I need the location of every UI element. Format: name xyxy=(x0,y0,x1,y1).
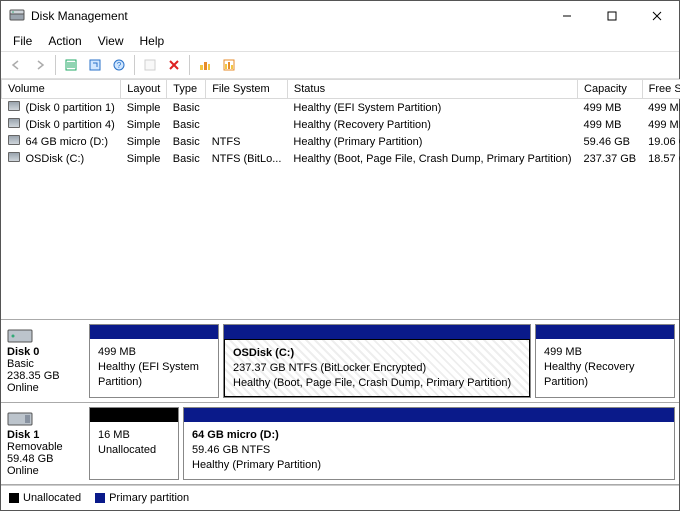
table-row[interactable]: (Disk 0 partition 4) Simple Basic Health… xyxy=(2,116,680,133)
cell-layout: Simple xyxy=(121,116,167,133)
app-icon xyxy=(9,8,25,24)
volume-icon xyxy=(8,152,20,162)
col-capacity[interactable]: Capacity xyxy=(578,80,643,99)
cell-volume: 64 GB micro (D:) xyxy=(20,133,121,150)
removable-icon xyxy=(7,409,33,427)
volume-icon xyxy=(8,101,20,111)
legend: Unallocated Primary partition xyxy=(1,485,679,510)
cell-free: 18.57 GB xyxy=(642,150,680,167)
forward-button[interactable] xyxy=(29,54,51,76)
col-free[interactable]: Free Space xyxy=(642,80,680,99)
cell-capacity: 59.46 GB xyxy=(578,133,643,150)
svg-text:?: ? xyxy=(117,61,122,70)
toolbar-help-icon[interactable]: ? xyxy=(108,54,130,76)
disk-map: Disk 0 Basic 238.35 GB Online 499 MBHeal… xyxy=(1,319,679,485)
cell-capacity: 237.37 GB xyxy=(578,150,643,167)
disk0-partition-1[interactable]: 499 MBHealthy (EFI System Partition) xyxy=(89,324,219,399)
cell-fs: NTFS (BitLo... xyxy=(206,150,288,167)
menu-action[interactable]: Action xyxy=(40,32,89,50)
cell-fs: NTFS xyxy=(206,133,288,150)
legend-unallocated: Unallocated xyxy=(9,492,81,504)
cell-type: Basic xyxy=(167,116,206,133)
table-row[interactable]: (Disk 0 partition 1) Simple Basic Health… xyxy=(2,99,680,117)
minimize-button[interactable] xyxy=(544,1,589,31)
legend-primary: Primary partition xyxy=(95,492,189,504)
cell-free: 499 MB xyxy=(642,99,680,117)
col-fs[interactable]: File System xyxy=(206,80,288,99)
cell-free: 19.06 GB xyxy=(642,133,680,150)
maximize-button[interactable] xyxy=(589,1,634,31)
cell-volume: (Disk 0 partition 4) xyxy=(20,116,121,133)
delete-button[interactable] xyxy=(163,54,185,76)
col-layout[interactable]: Layout xyxy=(121,80,167,99)
disk1-unallocated[interactable]: 16 MBUnallocated xyxy=(89,407,179,480)
table-row[interactable]: 64 GB micro (D:) Simple Basic NTFS Healt… xyxy=(2,133,680,150)
cell-fs xyxy=(206,116,288,133)
volume-table[interactable]: Volume Layout Type File System Status Ca… xyxy=(1,79,679,167)
cell-capacity: 499 MB xyxy=(578,116,643,133)
titlebar: Disk Management xyxy=(1,1,679,31)
cell-fs xyxy=(206,99,288,117)
disk-row-0[interactable]: Disk 0 Basic 238.35 GB Online 499 MBHeal… xyxy=(1,320,679,404)
refresh-button[interactable] xyxy=(84,54,106,76)
cell-status: Healthy (Recovery Partition) xyxy=(287,116,577,133)
cell-volume: OSDisk (C:) xyxy=(20,150,121,167)
volume-icon xyxy=(8,135,20,145)
cell-status: Healthy (EFI System Partition) xyxy=(287,99,577,117)
cell-status: Healthy (Boot, Page File, Crash Dump, Pr… xyxy=(287,150,577,167)
cell-status: Healthy (Primary Partition) xyxy=(287,133,577,150)
toolbar-list-icon[interactable] xyxy=(60,54,82,76)
cell-free: 499 MB xyxy=(642,116,680,133)
disk-1-label: Disk 1 Removable 59.48 GB Online xyxy=(1,403,89,484)
disk1-partition-d[interactable]: 64 GB micro (D:)59.46 GB NTFSHealthy (Pr… xyxy=(183,407,675,480)
toolbar-chart2-icon[interactable] xyxy=(218,54,240,76)
col-status[interactable]: Status xyxy=(287,80,577,99)
menu-view[interactable]: View xyxy=(90,32,132,50)
table-row[interactable]: OSDisk (C:) Simple Basic NTFS (BitLo... … xyxy=(2,150,680,167)
disk-row-1[interactable]: Disk 1 Removable 59.48 GB Online 16 MBUn… xyxy=(1,403,679,485)
cell-type: Basic xyxy=(167,99,206,117)
menu-file[interactable]: File xyxy=(5,32,40,50)
window-title: Disk Management xyxy=(31,9,544,23)
disk0-partition-4[interactable]: 499 MBHealthy (Recovery Partition) xyxy=(535,324,675,399)
col-type[interactable]: Type xyxy=(167,80,206,99)
toolbar-chart1-icon[interactable] xyxy=(194,54,216,76)
cell-volume: (Disk 0 partition 1) xyxy=(20,99,121,117)
close-button[interactable] xyxy=(634,1,679,31)
cell-type: Basic xyxy=(167,133,206,150)
hdd-icon xyxy=(7,326,33,344)
disk-0-label: Disk 0 Basic 238.35 GB Online xyxy=(1,320,89,403)
back-button[interactable] xyxy=(5,54,27,76)
cell-layout: Simple xyxy=(121,150,167,167)
volume-icon xyxy=(8,118,20,128)
disk0-partition-osdisk[interactable]: OSDisk (C:)237.37 GB NTFS (BitLocker Enc… xyxy=(223,324,531,399)
col-volume[interactable]: Volume xyxy=(2,80,121,99)
cell-layout: Simple xyxy=(121,99,167,117)
cell-type: Basic xyxy=(167,150,206,167)
cell-capacity: 499 MB xyxy=(578,99,643,117)
menubar: File Action View Help xyxy=(1,31,679,51)
toolbar: ? xyxy=(1,51,679,79)
toolbar-settings-icon[interactable] xyxy=(139,54,161,76)
table-empty-area xyxy=(1,167,679,319)
menu-help[interactable]: Help xyxy=(132,32,173,50)
cell-layout: Simple xyxy=(121,133,167,150)
